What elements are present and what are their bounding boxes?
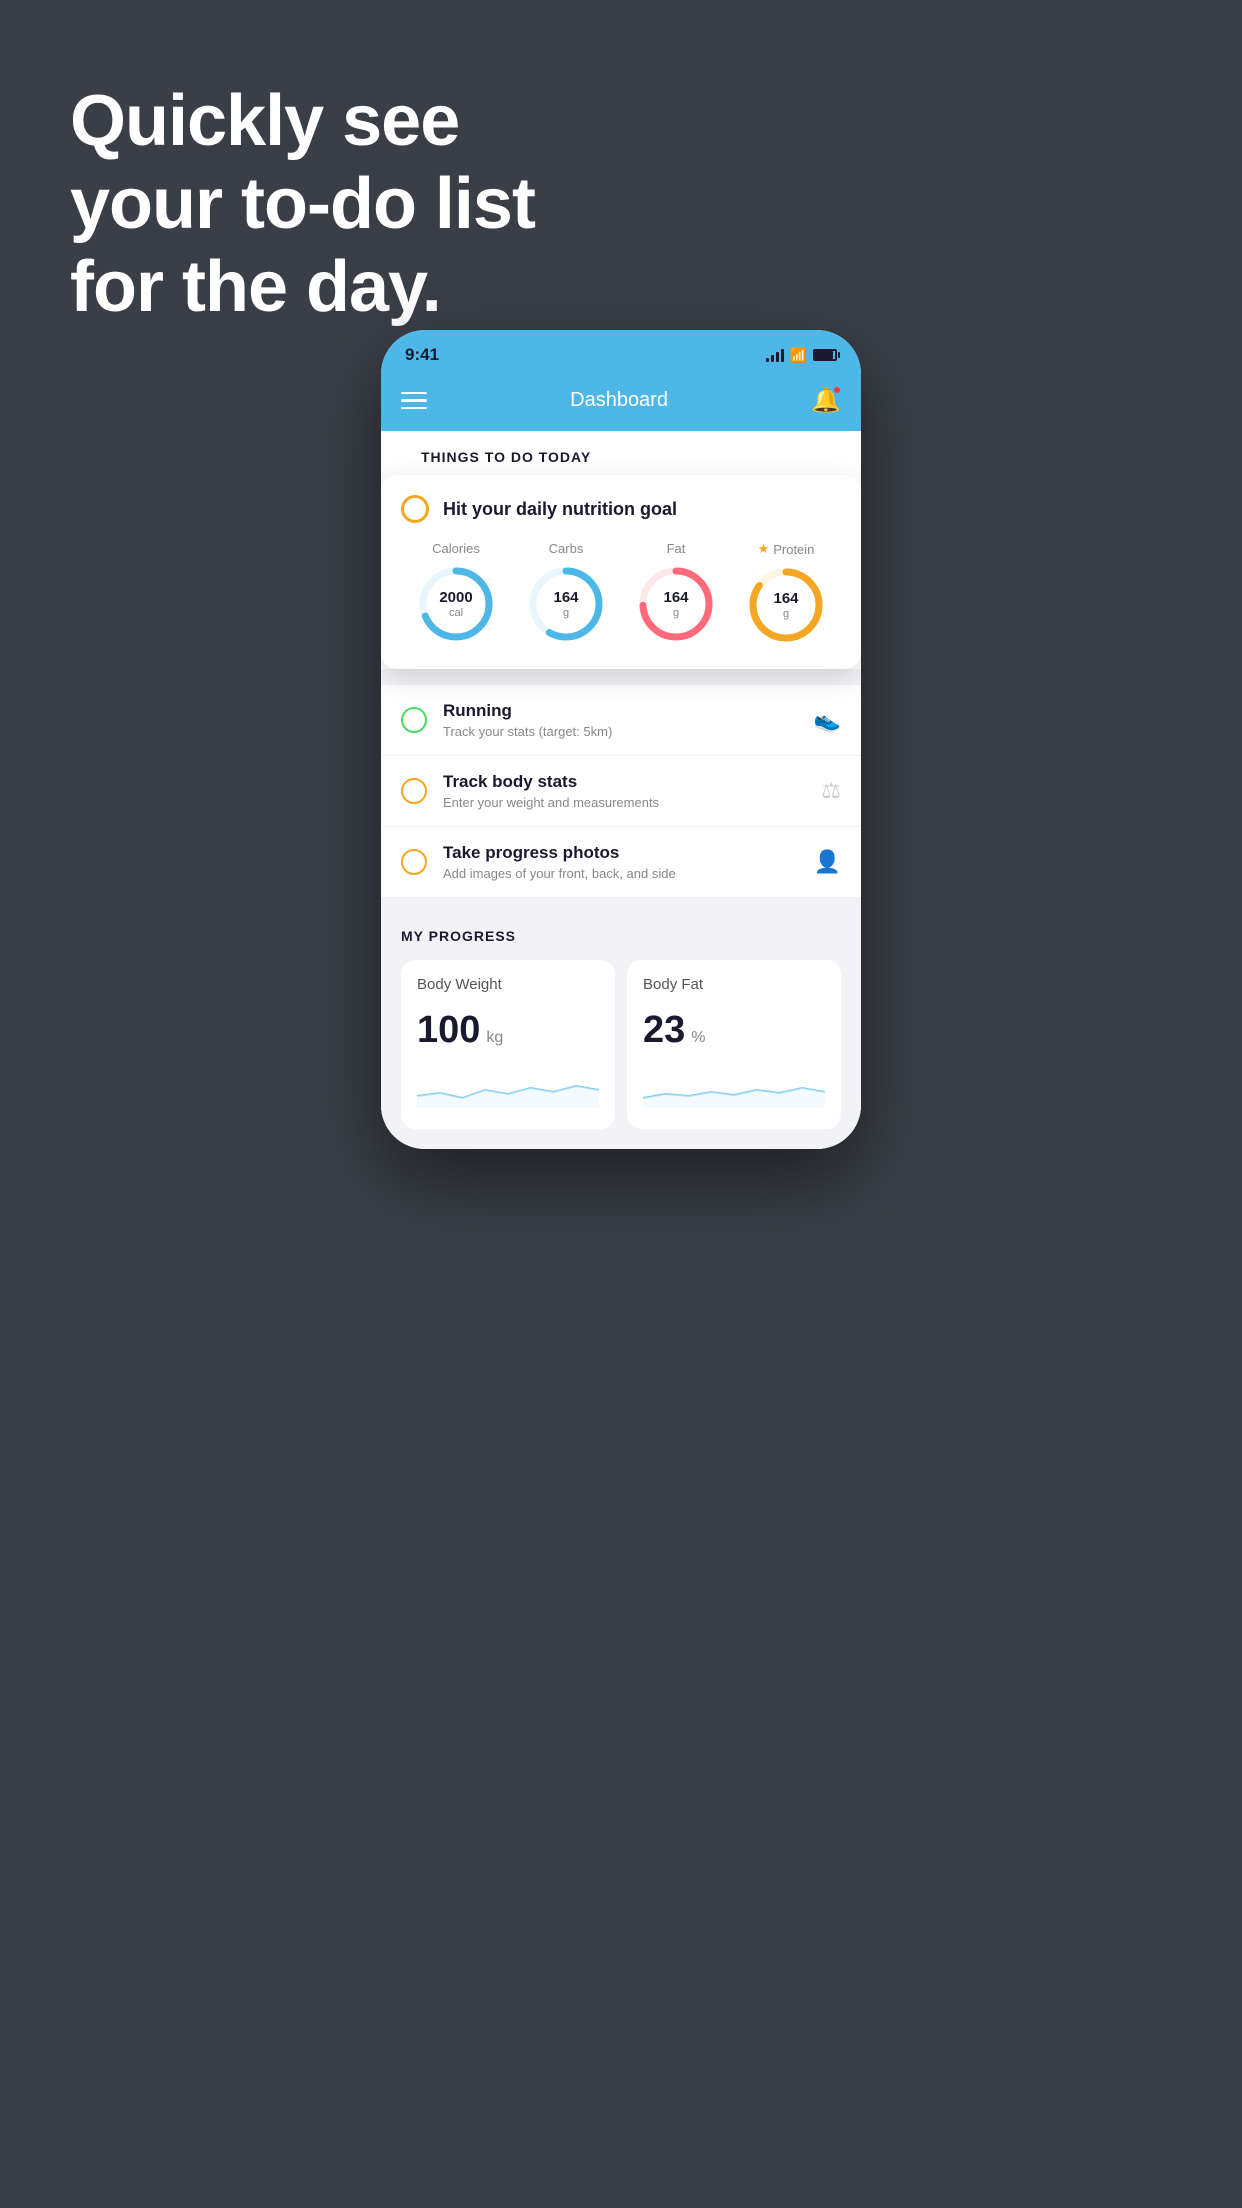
calories-ring: 2000 cal	[416, 564, 496, 644]
progress-cards: Body Weight 100 kg Body Fat	[401, 960, 841, 1129]
nav-title: Dashboard	[570, 389, 668, 412]
body-fat-unit: %	[691, 1029, 705, 1047]
star-icon: ★	[758, 541, 770, 557]
running-shoe-icon: 👟	[814, 707, 841, 733]
body-weight-card-title: Body Weight	[417, 976, 599, 993]
body-weight-value-row: 100 kg	[417, 1009, 599, 1052]
body-weight-unit: kg	[486, 1029, 503, 1047]
calories-metric: Calories 2000 cal	[416, 541, 496, 644]
body-weight-value: 100	[417, 1009, 480, 1052]
progress-section-title: MY PROGRESS	[401, 928, 841, 944]
person-icon: 👤	[814, 849, 841, 875]
body-stats-title: Track body stats	[443, 772, 805, 792]
signal-icon	[766, 348, 784, 362]
app-content: THINGS TO DO TODAY Hit your daily nutrit…	[381, 431, 861, 1149]
things-today-title: THINGS TO DO TODAY	[401, 431, 841, 475]
fat-ring: 164 g	[636, 564, 716, 644]
phone-screen: 9:41 📶 Dashboard 🔔	[381, 330, 861, 1149]
running-title: Running	[443, 701, 798, 721]
wifi-icon: 📶	[790, 347, 807, 364]
notification-dot	[833, 386, 841, 394]
battery-icon	[813, 349, 837, 361]
running-check-circle	[401, 707, 427, 733]
calories-label: Calories	[432, 541, 480, 556]
status-time: 9:41	[405, 345, 439, 365]
progress-section: MY PROGRESS Body Weight 100 kg	[381, 898, 861, 1149]
body-fat-card[interactable]: Body Fat 23 %	[627, 960, 841, 1129]
nutrition-card-title: Hit your daily nutrition goal	[443, 499, 677, 520]
photos-title: Take progress photos	[443, 843, 798, 863]
body-fat-value: 23	[643, 1009, 685, 1052]
todo-list: Running Track your stats (target: 5km) 👟…	[381, 685, 861, 898]
photos-todo-text: Take progress photos Add images of your …	[443, 843, 798, 881]
running-subtitle: Track your stats (target: 5km)	[443, 724, 798, 739]
carbs-label: Carbs	[549, 541, 584, 556]
body-weight-chart	[417, 1068, 599, 1108]
body-stats-check-circle	[401, 778, 427, 804]
carbs-metric: Carbs 164 g	[526, 541, 606, 644]
body-stats-todo-text: Track body stats Enter your weight and m…	[443, 772, 805, 810]
nutrition-metrics: Calories 2000 cal	[401, 541, 841, 645]
nutrition-card: Hit your daily nutrition goal Calories	[381, 475, 861, 669]
todo-item-photos[interactable]: Take progress photos Add images of your …	[381, 827, 861, 898]
protein-label: ★ Protein	[758, 541, 815, 557]
phone-mockup: 9:41 📶 Dashboard 🔔	[381, 330, 861, 1149]
todo-item-body-stats[interactable]: Track body stats Enter your weight and m…	[381, 756, 861, 827]
nutrition-card-header: Hit your daily nutrition goal	[401, 495, 841, 523]
scale-icon: ⚖	[821, 778, 841, 804]
todo-item-running[interactable]: Running Track your stats (target: 5km) 👟	[381, 685, 861, 756]
photos-subtitle: Add images of your front, back, and side	[443, 866, 798, 881]
body-weight-card[interactable]: Body Weight 100 kg	[401, 960, 615, 1129]
photos-check-circle	[401, 849, 427, 875]
body-fat-chart	[643, 1068, 825, 1108]
hero-text: Quickly see your to-do list for the day.	[70, 80, 535, 328]
carbs-ring: 164 g	[526, 564, 606, 644]
body-stats-subtitle: Enter your weight and measurements	[443, 795, 805, 810]
body-fat-card-title: Body Fat	[643, 976, 825, 993]
nav-bar: Dashboard 🔔	[381, 376, 861, 431]
body-fat-value-row: 23 %	[643, 1009, 825, 1052]
nutrition-check-circle	[401, 495, 429, 523]
fat-label: Fat	[667, 541, 686, 556]
protein-metric: ★ Protein 164 g	[746, 541, 826, 645]
status-icons: 📶	[766, 347, 837, 364]
fat-metric: Fat 164 g	[636, 541, 716, 644]
running-todo-text: Running Track your stats (target: 5km)	[443, 701, 798, 739]
protein-ring: 164 g	[746, 565, 826, 645]
status-bar: 9:41 📶	[381, 330, 861, 376]
notification-bell-button[interactable]: 🔔	[811, 386, 841, 415]
hamburger-menu[interactable]	[401, 392, 427, 410]
